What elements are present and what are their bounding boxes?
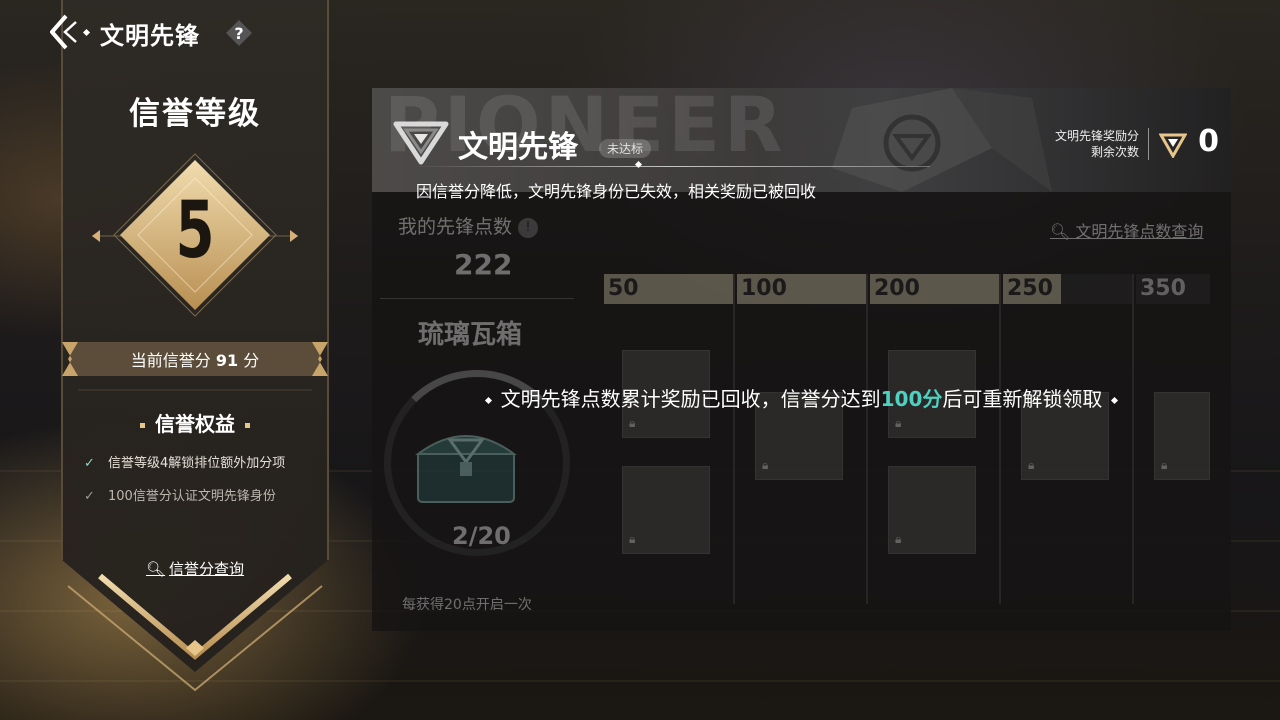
benefits-heading: 信誉权益: [62, 408, 328, 437]
my-points-label: 我的先锋点数!: [398, 212, 539, 239]
lock-icon: 🔒︎: [629, 416, 636, 430]
back-arrow-icon: [50, 14, 77, 50]
tier-column: 200 🔒︎ 🔒︎: [870, 274, 1001, 604]
points-divider: [380, 298, 574, 299]
reward-label-line2: 剩余次数: [1090, 145, 1139, 159]
tier-column: 50 🔒︎ 🔒︎: [604, 274, 735, 604]
reward-slot[interactable]: 🔒︎: [888, 466, 976, 554]
reward-label-line1: 文明先锋奖励分: [1054, 129, 1139, 143]
lock-icon: 🔒︎: [629, 532, 636, 546]
check-icon: ✓: [84, 489, 95, 504]
help-label: ?: [234, 23, 244, 43]
header-divider: [410, 166, 930, 167]
credit-level-title: 信誉等级: [129, 96, 261, 132]
score-value: 91: [215, 351, 239, 370]
tier-threshold: 250: [1003, 274, 1132, 304]
page-title: 文明先锋: [100, 22, 200, 50]
pioneer-title: 文明先锋: [458, 130, 578, 165]
bullet-icon: [140, 423, 145, 428]
tier-column: 350 🔒︎: [1136, 274, 1210, 604]
pioneer-reward-icon: [1159, 133, 1187, 158]
benefit-text: 信誉等级4解锁排位额外加分项: [108, 456, 286, 471]
pioneer-points-query-link[interactable]: 🔍︎ 文明先锋点数查询: [1050, 218, 1203, 242]
check-icon: ✓: [84, 456, 95, 471]
top-bar: 文明先锋 ?: [0, 0, 400, 66]
lock-icon: 🔒︎: [762, 458, 769, 472]
points-section: 我的先锋点数! 222 琉璃瓦箱 2/20 每获得20点开启一次 🔍︎ 文明先锋…: [372, 198, 1231, 631]
recovery-notice: 文明先锋点数累计奖励已回收，信誉分达到100分后可重新解锁领取: [372, 383, 1231, 412]
benefits-title-text: 信誉权益: [155, 412, 235, 436]
reward-count: 0: [1198, 124, 1219, 159]
my-points-value: 222: [454, 248, 513, 281]
emblem-decoration: [832, 88, 1052, 192]
tier-threshold: 50: [604, 274, 733, 304]
status-badge: 未达标: [599, 139, 652, 158]
search-icon: 🔍︎: [1050, 222, 1076, 241]
lock-icon: 🔒︎: [1161, 458, 1168, 472]
benefit-item: ✓ 100信誉分认证文明先锋身份: [84, 485, 276, 504]
pioneer-logo-icon: [393, 121, 449, 165]
lock-icon: 🔒︎: [895, 416, 902, 430]
back-button[interactable]: [44, 12, 84, 52]
title-bullet-icon: [82, 28, 91, 37]
bullet-icon: [484, 396, 492, 405]
bullet-icon: [1111, 396, 1119, 405]
tier-column: 250 🔒︎: [1003, 274, 1134, 604]
tier-column: 100 🔒︎: [737, 274, 868, 604]
credit-query-link[interactable]: 🔍︎ 信誉分查询: [146, 558, 244, 579]
help-button[interactable]: ?: [224, 18, 254, 48]
score-suffix: 分: [243, 351, 260, 370]
treasure-chest-icon[interactable]: [412, 418, 520, 508]
search-icon: 🔍︎: [146, 560, 166, 578]
pioneer-panel: PIONEER 文明先锋 未达标 因信誉分降低，文明先锋身份已失效，相关奖励已被…: [372, 80, 1231, 631]
bullet-icon: [245, 423, 250, 428]
tier-threshold: 350: [1136, 274, 1210, 304]
notice-highlight: 100分: [880, 387, 943, 411]
benefit-item: ✓ 信誉等级4解锁排位额外加分项: [84, 452, 285, 471]
current-credit-score: 当前信誉分 91 分: [62, 347, 328, 371]
chest-progress: 2/20: [452, 522, 511, 550]
credit-level-number: 5: [175, 186, 215, 276]
tier-threshold: 200: [870, 274, 999, 304]
pioneer-points-query-label: 文明先锋点数查询: [1075, 222, 1204, 241]
tier-threshold: 100: [737, 274, 866, 304]
pioneer-header: PIONEER 文明先锋 未达标 因信誉分降低，文明先锋身份已失效，相关奖励已被…: [372, 80, 1231, 201]
lock-icon: 🔒︎: [895, 532, 902, 546]
reward-count-label: 文明先锋奖励分 剩余次数: [1055, 128, 1139, 160]
chest-hint: 每获得20点开启一次: [402, 597, 532, 613]
reward-slot[interactable]: 🔒︎: [622, 466, 710, 554]
reward-track: 50 🔒︎ 🔒︎ 100 🔒︎ 200 🔒︎ 🔒︎ 250 🔒︎ 350 🔒︎: [604, 274, 1210, 614]
credit-query-label: 信誉分查询: [169, 560, 245, 578]
notice-text-before: 文明先锋点数累计奖励已回收，信誉分达到: [500, 387, 881, 411]
score-prefix: 当前信誉分: [130, 351, 211, 370]
benefit-text: 100信誉分认证文明先锋身份: [108, 489, 276, 504]
credit-banner: 信誉等级 5 当前信誉分 91 分 信誉权益 ✓ 信誉等级4解锁排位额外加分项 ✓…: [0, 0, 400, 720]
reward-separator: [1148, 128, 1149, 160]
my-points-text: 我的先锋点数: [398, 216, 513, 238]
notice-text-after: 后可重新解锁领取: [942, 387, 1103, 411]
info-icon[interactable]: !: [518, 217, 539, 238]
chest-name: 琉璃瓦箱: [418, 320, 523, 350]
lock-icon: 🔒︎: [1028, 458, 1035, 472]
